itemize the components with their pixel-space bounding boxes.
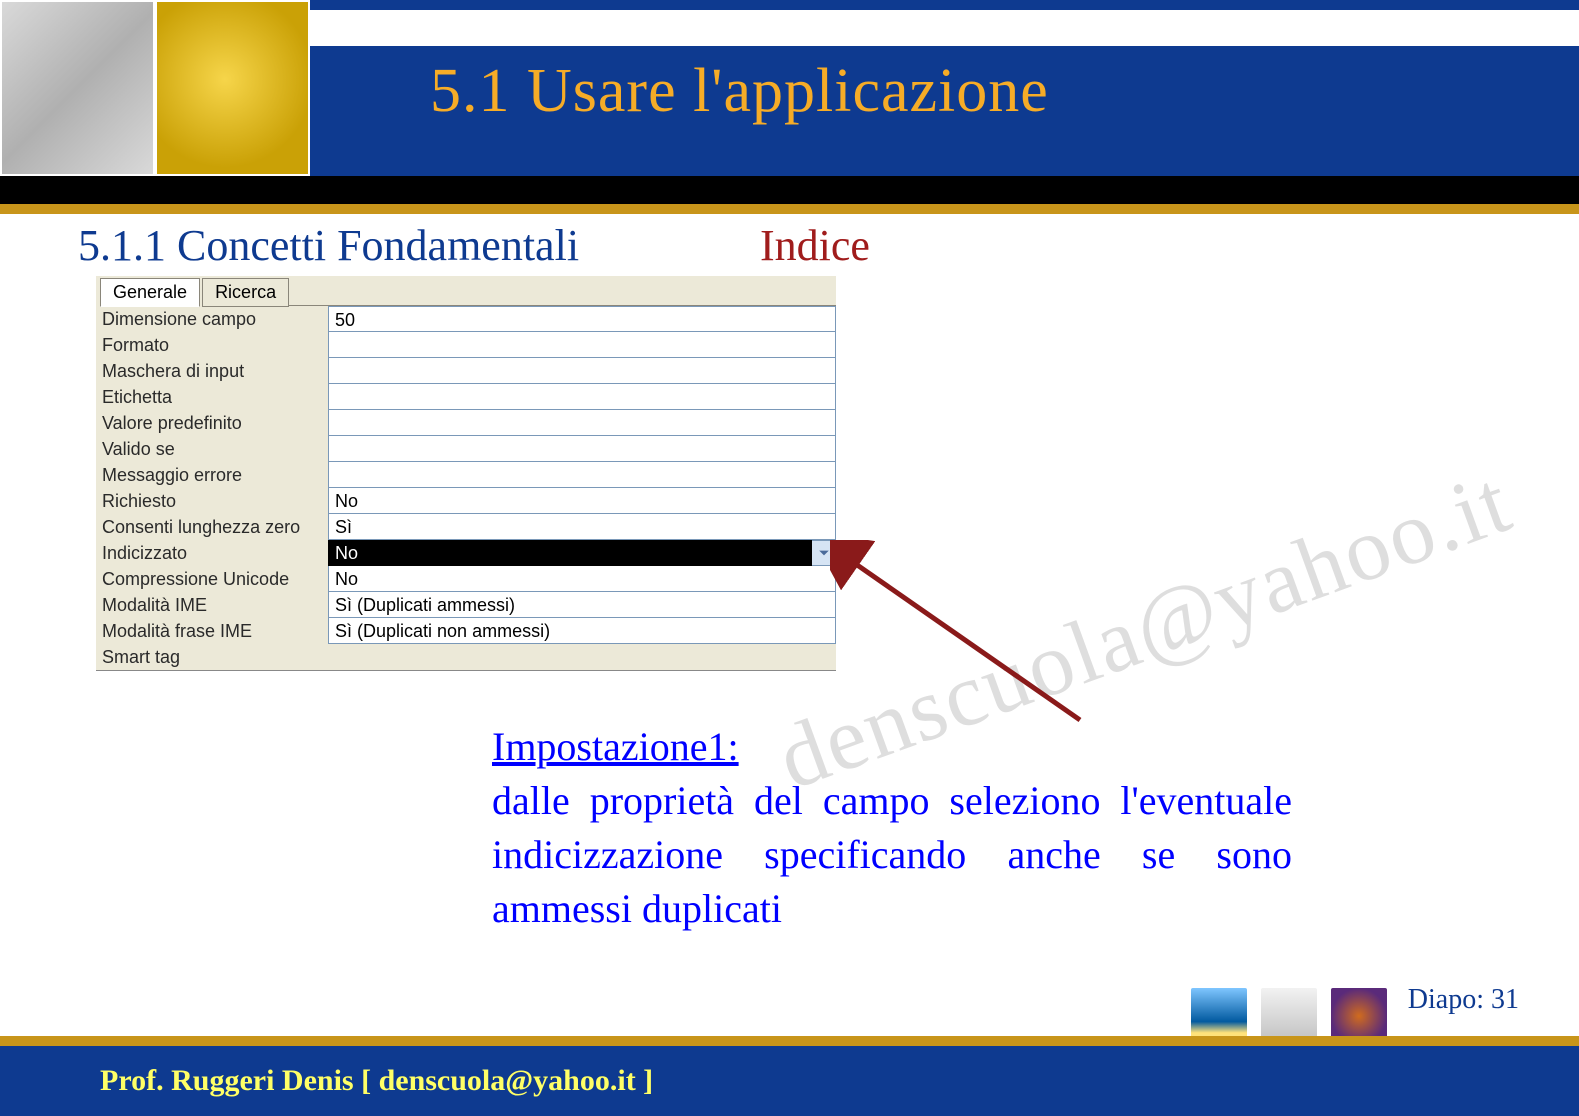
property-row: Dimensione campo50	[96, 306, 836, 332]
decor-image-b	[155, 0, 310, 176]
property-row: Maschera di input	[96, 358, 836, 384]
property-row: Smart tag	[96, 644, 836, 670]
tabs-filler	[289, 277, 836, 306]
property-label: Dimensione campo	[96, 306, 328, 332]
property-value-empty	[328, 644, 836, 670]
property-row: Consenti lunghezza zeroSì	[96, 514, 836, 540]
property-row: Etichetta	[96, 384, 836, 410]
property-label: Formato	[96, 332, 328, 358]
explanation-body: dalle proprietà del campo seleziono l'ev…	[492, 778, 1292, 931]
field-property-pane: Generale Ricerca Dimensione campo50Forma…	[96, 276, 836, 671]
property-value[interactable]: No	[328, 488, 836, 514]
tab-general[interactable]: Generale	[100, 278, 200, 307]
footer-blue-bar: Prof. Ruggeri Denis [ denscuola@yahoo.it…	[0, 1046, 1579, 1116]
slide-title: 5.1 Usare l'applicazione	[430, 56, 1049, 127]
header-dark-stripe	[0, 176, 1579, 204]
decor-image-a	[0, 0, 155, 176]
property-value[interactable]	[328, 384, 836, 410]
property-value[interactable]: No	[328, 566, 836, 592]
explanation-heading: Impostazione1:	[492, 724, 739, 769]
explanation-block: Impostazione1: dalle proprietà del campo…	[492, 720, 1292, 936]
property-value[interactable]	[328, 462, 836, 488]
property-label: Etichetta	[96, 384, 328, 410]
property-value[interactable]	[328, 332, 836, 358]
callout-arrow	[830, 540, 1100, 740]
property-row: RichiestoNo	[96, 488, 836, 514]
diapo-number: 31	[1491, 984, 1519, 1015]
property-row: Modalità IMESì (Duplicati ammessi)	[96, 592, 836, 618]
property-label: Indicizzato	[96, 540, 328, 566]
diapo-label: Diapo:	[1408, 984, 1484, 1015]
slide-footer: Prof. Ruggeri Denis [ denscuola@yahoo.it…	[0, 1036, 1579, 1116]
chevron-down-icon	[818, 547, 830, 559]
slide-number: Diapo: 31	[1408, 984, 1519, 1016]
property-label: Valore predefinito	[96, 410, 328, 436]
property-value[interactable]: Sì (Duplicati ammessi)	[328, 592, 836, 618]
property-value[interactable]	[328, 358, 836, 384]
property-row: IndicizzatoNo	[96, 540, 836, 566]
property-rows: Dimensione campo50FormatoMaschera di inp…	[96, 306, 836, 670]
property-label: Consenti lunghezza zero	[96, 514, 328, 540]
slide-header: 5.1 Usare l'applicazione	[0, 0, 1579, 214]
property-value[interactable]: Sì (Duplicati non ammessi)	[328, 618, 836, 644]
property-value[interactable]: No	[328, 540, 812, 566]
property-row: Messaggio errore	[96, 462, 836, 488]
property-label: Valido se	[96, 436, 328, 462]
property-label: Richiesto	[96, 488, 328, 514]
property-value[interactable]	[328, 410, 836, 436]
property-value[interactable]	[328, 436, 836, 462]
property-label: Messaggio errore	[96, 462, 328, 488]
property-row: Valido se	[96, 436, 836, 462]
footer-author: Prof. Ruggeri Denis [ denscuola@yahoo.it…	[100, 1064, 653, 1098]
property-label: Smart tag	[96, 644, 328, 670]
pane-tabs: Generale Ricerca	[96, 276, 836, 306]
section-title: 5.1.1 Concetti Fondamentali	[78, 220, 579, 271]
index-link[interactable]: Indice	[760, 220, 870, 271]
property-label: Maschera di input	[96, 358, 328, 384]
property-row: Valore predefinito	[96, 410, 836, 436]
header-decor-images	[0, 0, 400, 176]
property-value[interactable]: Sì	[328, 514, 836, 540]
tab-search[interactable]: Ricerca	[202, 278, 289, 307]
header-blue-bar: 5.1 Usare l'applicazione	[0, 46, 1579, 176]
property-label: Modalità IME	[96, 592, 328, 618]
header-gold-stripe	[0, 204, 1579, 214]
property-value[interactable]: 50	[328, 306, 836, 332]
property-row: Compressione UnicodeNo	[96, 566, 836, 592]
property-label: Modalità frase IME	[96, 618, 328, 644]
property-row: Modalità frase IMESì (Duplicati non amme…	[96, 618, 836, 644]
property-label: Compressione Unicode	[96, 566, 328, 592]
property-row: Formato	[96, 332, 836, 358]
footer-gold-stripe	[0, 1036, 1579, 1046]
